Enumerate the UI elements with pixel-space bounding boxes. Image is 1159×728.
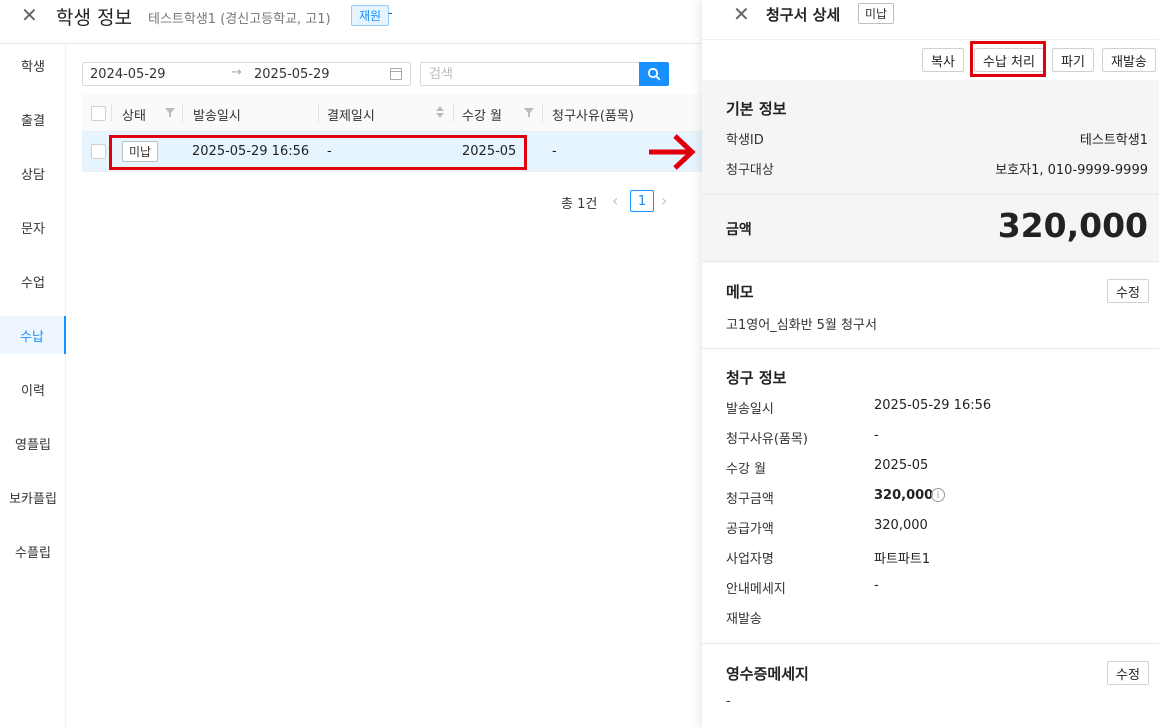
amount-label: 금액 bbox=[726, 222, 752, 238]
sidebar-item-history[interactable]: 이력 bbox=[0, 370, 66, 408]
filter-icon[interactable] bbox=[165, 108, 175, 117]
resend-button[interactable]: 재발송 bbox=[1102, 48, 1156, 72]
discard-button[interactable]: 파기 bbox=[1052, 48, 1094, 72]
enrollment-badge: 재원 bbox=[351, 5, 390, 26]
student-id-value: 테스트학생1 bbox=[1079, 133, 1148, 148]
month-label: 수강 월 bbox=[726, 462, 767, 477]
receipt-edit-button[interactable]: 수정 bbox=[1107, 661, 1149, 685]
search-icon bbox=[647, 67, 661, 81]
sidebar-item-youngflip[interactable]: 영플립 bbox=[0, 424, 66, 462]
receipt-message-text: - bbox=[726, 694, 731, 709]
invoice-detail-drawer: ✕ 청구서 상세 미납 복사 수납 처리 파기 재발송 기본 정보 학생ID 테… bbox=[702, 0, 1159, 728]
student-id-label: 학생ID bbox=[726, 133, 764, 148]
sidebar-item-message[interactable]: 문자 bbox=[0, 208, 66, 246]
close-icon[interactable]: ✕ bbox=[733, 4, 750, 24]
status-badge: 미납 bbox=[858, 3, 895, 24]
sidebar: 학생 출결 상담 문자 수업 수납 이력 영플립 보카플립 수플립 bbox=[0, 44, 66, 728]
reason-value: - bbox=[874, 428, 879, 443]
calendar-icon[interactable] bbox=[390, 68, 402, 80]
close-icon[interactable]: ✕ bbox=[21, 5, 38, 25]
sidebar-item-student[interactable]: 학생 bbox=[0, 46, 66, 84]
month-value: 2025-05 bbox=[874, 458, 929, 473]
search-input[interactable] bbox=[421, 63, 640, 85]
sidebar-item-counsel[interactable]: 상담 bbox=[0, 154, 66, 192]
guide-message-label: 안내메세지 bbox=[726, 582, 786, 597]
amount-value: 320,000 bbox=[997, 206, 1148, 245]
resend-label: 재발송 bbox=[726, 612, 762, 627]
sort-icon[interactable] bbox=[436, 105, 444, 119]
memo-text: 고1영어_심화반 5월 청구서 bbox=[726, 318, 877, 333]
supply-amount-value: 320,000 bbox=[874, 518, 928, 533]
date-end[interactable]: 2025-05-29 bbox=[254, 67, 330, 82]
date-start[interactable]: 2024-05-29 bbox=[90, 67, 166, 82]
sent-at-value: 2025-05-29 16:56 bbox=[874, 398, 992, 413]
sidebar-item-class[interactable]: 수업 bbox=[0, 262, 66, 300]
header-trailing-text: - bbox=[388, 6, 393, 21]
row-checkbox[interactable] bbox=[91, 144, 106, 159]
memo-title: 메모 bbox=[726, 283, 754, 301]
sidebar-item-vocaflip[interactable]: 보카플립 bbox=[0, 478, 66, 516]
billing-table: 상태 발송일시 결제일시 수강 월 청구사유(품목) 미납 2025-05-29… bbox=[82, 94, 702, 172]
drawer-header: ✕ 청구서 상세 미납 bbox=[702, 0, 1159, 40]
business-name-value: 파트파트1 bbox=[874, 552, 931, 567]
select-all-checkbox[interactable] bbox=[91, 106, 106, 121]
status-badge: 미납 bbox=[122, 141, 159, 162]
guide-message-value: - bbox=[874, 578, 879, 593]
column-status: 상태 bbox=[122, 109, 146, 124]
billing-target-label: 청구대상 bbox=[726, 163, 774, 178]
search-button[interactable] bbox=[639, 62, 669, 86]
red-arrow-icon bbox=[649, 134, 696, 170]
copy-button[interactable]: 복사 bbox=[922, 48, 964, 72]
basic-info-title: 기본 정보 bbox=[726, 100, 787, 118]
student-subtitle: 테스트학생1 (경신고등학교, 고1) bbox=[148, 12, 331, 27]
table-header: 상태 발송일시 결제일시 수강 월 청구사유(품목) bbox=[82, 94, 702, 132]
billed-amount-value: 320,000 bbox=[874, 488, 934, 503]
cell-month: 2025-05 bbox=[462, 144, 517, 159]
drawer-title: 청구서 상세 bbox=[766, 6, 841, 24]
page-title: 학생 정보 bbox=[56, 7, 132, 29]
supply-amount-label: 공급가액 bbox=[726, 522, 774, 537]
receipt-message-title: 영수증메세지 bbox=[726, 665, 809, 683]
billing-info-title: 청구 정보 bbox=[726, 369, 787, 387]
search-field[interactable] bbox=[420, 62, 640, 86]
chevron-left-icon[interactable]: ‹ bbox=[612, 191, 618, 210]
date-range-picker[interactable]: 2024-05-29 → 2025-05-29 bbox=[82, 62, 411, 86]
business-name-label: 사업자명 bbox=[726, 552, 774, 567]
reason-label: 청구사유(품목) bbox=[726, 432, 808, 447]
cell-reason: - bbox=[552, 144, 557, 159]
pagination-total: 총 1건 bbox=[561, 197, 598, 212]
billed-amount-label: 청구금액 bbox=[726, 492, 774, 507]
date-arrow-icon: → bbox=[231, 65, 242, 80]
column-reason: 청구사유(품목) bbox=[552, 109, 634, 124]
sent-at-label: 발송일시 bbox=[726, 402, 774, 417]
column-sent-at: 발송일시 bbox=[193, 109, 241, 124]
table-row[interactable]: 미납 2025-05-29 16:56 - 2025-05 - bbox=[82, 132, 702, 172]
cell-paid-at: - bbox=[327, 144, 332, 159]
info-icon[interactable]: i bbox=[931, 488, 945, 502]
filter-icon[interactable] bbox=[524, 108, 534, 117]
payment-process-button[interactable]: 수납 처리 bbox=[974, 48, 1044, 72]
cell-sent-at: 2025-05-29 16:56 bbox=[192, 144, 310, 159]
memo-edit-button[interactable]: 수정 bbox=[1107, 279, 1149, 303]
sidebar-item-payment[interactable]: 수납 bbox=[0, 316, 66, 354]
page-header: ✕ 학생 정보 테스트학생1 (경신고등학교, 고1) 재원 - bbox=[0, 0, 702, 44]
page-number[interactable]: 1 bbox=[630, 190, 654, 212]
sidebar-item-suflip[interactable]: 수플립 bbox=[0, 532, 66, 570]
billing-target-value: 보호자1, 010-9999-9999 bbox=[995, 163, 1148, 178]
column-paid-at: 결제일시 bbox=[327, 109, 375, 124]
sidebar-item-attendance[interactable]: 출결 bbox=[0, 100, 66, 138]
chevron-right-icon[interactable]: › bbox=[661, 191, 667, 210]
column-month: 수강 월 bbox=[462, 109, 503, 124]
